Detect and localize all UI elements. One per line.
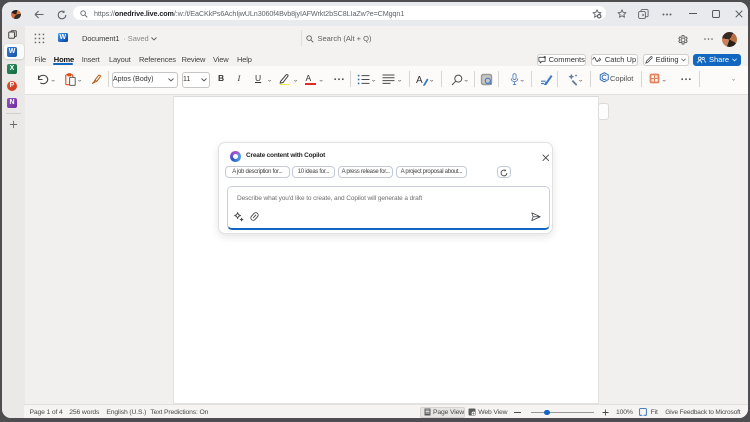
svg-text:A: A <box>416 75 423 86</box>
